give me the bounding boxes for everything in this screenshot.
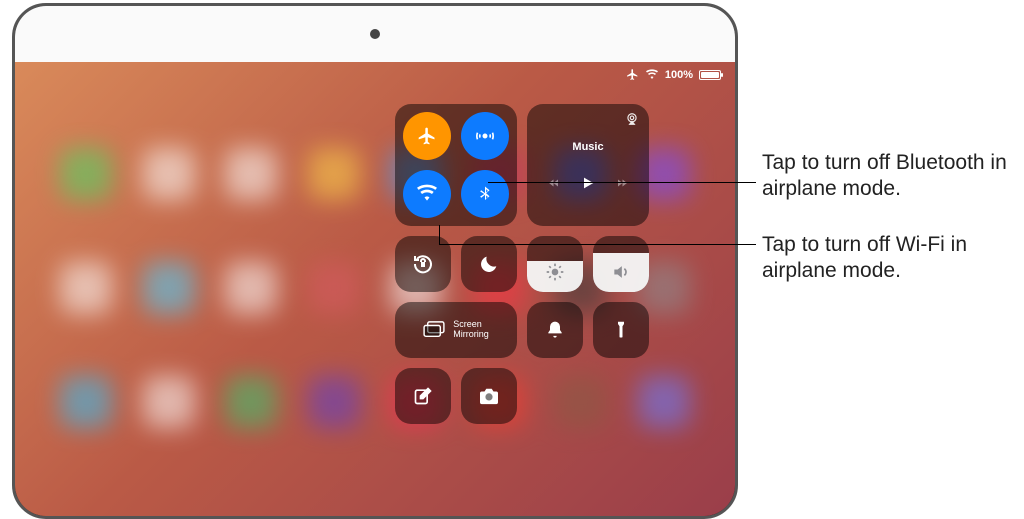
moon-icon	[478, 253, 500, 275]
camera-button[interactable]	[461, 368, 517, 424]
callout-bluetooth: Tap to turn off Bluetooth in airplane mo…	[762, 150, 1022, 203]
flashlight-button[interactable]	[593, 302, 649, 358]
screen-mirroring-icon	[423, 321, 445, 339]
status-bar: 100%	[626, 68, 721, 81]
camera-icon	[478, 387, 500, 405]
airdrop-icon	[475, 126, 495, 146]
front-camera	[370, 29, 380, 39]
leader-line	[439, 225, 440, 244]
previous-track-icon[interactable]	[546, 177, 562, 189]
ipad-bezel	[15, 6, 735, 62]
compose-icon	[413, 386, 433, 406]
connectivity-group	[395, 104, 517, 226]
airplane-status-icon	[626, 68, 639, 81]
play-icon[interactable]	[580, 175, 596, 191]
wifi-toggle[interactable]	[403, 170, 451, 218]
flashlight-icon	[612, 320, 630, 340]
battery-percent: 100%	[665, 69, 693, 81]
media-title: Music	[572, 141, 603, 153]
brightness-icon	[527, 262, 583, 282]
airdrop-toggle[interactable]	[461, 112, 509, 160]
orientation-lock-icon	[411, 252, 435, 276]
leader-line	[439, 244, 756, 245]
next-track-icon[interactable]	[614, 177, 630, 189]
volume-icon	[593, 262, 649, 282]
bell-icon	[545, 320, 565, 340]
airplane-mode-toggle[interactable]	[403, 112, 451, 160]
callout-wifi: Tap to turn off Wi-Fi in airplane mode.	[762, 232, 1022, 285]
bluetooth-icon	[476, 185, 494, 203]
airplay-icon[interactable]	[625, 112, 639, 126]
silent-mode-toggle[interactable]	[527, 302, 583, 358]
wifi-icon	[417, 184, 437, 204]
ipad-screen: 100%	[15, 62, 735, 516]
notes-button[interactable]	[395, 368, 451, 424]
bluetooth-toggle[interactable]	[461, 170, 509, 218]
screen-mirroring-label: Screen Mirroring	[453, 320, 489, 340]
battery-icon	[699, 70, 721, 80]
airplane-icon	[417, 126, 437, 146]
leader-line	[488, 182, 756, 183]
ipad-frame: 100%	[12, 3, 738, 519]
media-controls-tile[interactable]: Music	[527, 104, 649, 226]
control-center: Music	[395, 104, 649, 424]
screen-mirroring-button[interactable]: Screen Mirroring	[395, 302, 517, 358]
wifi-status-icon	[645, 69, 659, 81]
